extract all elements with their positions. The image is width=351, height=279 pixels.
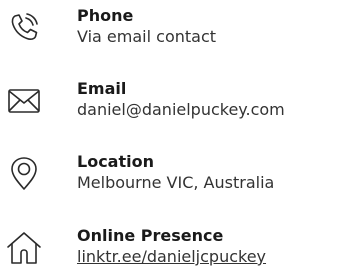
envelope-icon bbox=[6, 83, 42, 119]
contact-list: Phone Via email contact Email daniel@dan… bbox=[0, 0, 351, 279]
contact-detail-wrapper: linktr.ee/danieljcpuckey bbox=[77, 246, 351, 268]
house-icon bbox=[6, 230, 42, 266]
contact-title: Location bbox=[77, 152, 154, 171]
contact-item-phone: Phone Via email contact bbox=[0, 6, 351, 62]
contact-title: Phone bbox=[77, 6, 134, 25]
online-presence-link[interactable]: linktr.ee/danieljcpuckey bbox=[77, 247, 266, 266]
contact-text: Phone Via email contact bbox=[77, 6, 351, 48]
contact-text: Location Melbourne VIC, Australia bbox=[77, 152, 351, 194]
contact-detail: daniel@danielpuckey.com bbox=[77, 100, 285, 119]
contact-item-online-presence: Online Presence linktr.ee/danieljcpuckey bbox=[0, 226, 351, 279]
phone-icon bbox=[6, 10, 42, 46]
contact-detail: Melbourne VIC, Australia bbox=[77, 173, 275, 192]
map-pin-icon bbox=[6, 156, 42, 192]
contact-detail: Via email contact bbox=[77, 27, 217, 46]
contact-text: Online Presence linktr.ee/danieljcpuckey bbox=[77, 226, 351, 268]
contact-item-email: Email daniel@danielpuckey.com bbox=[0, 79, 351, 135]
contact-item-location: Location Melbourne VIC, Australia bbox=[0, 152, 351, 208]
contact-title: Online Presence bbox=[77, 226, 224, 245]
contact-text: Email daniel@danielpuckey.com bbox=[77, 79, 351, 121]
contact-title: Email bbox=[77, 79, 127, 98]
